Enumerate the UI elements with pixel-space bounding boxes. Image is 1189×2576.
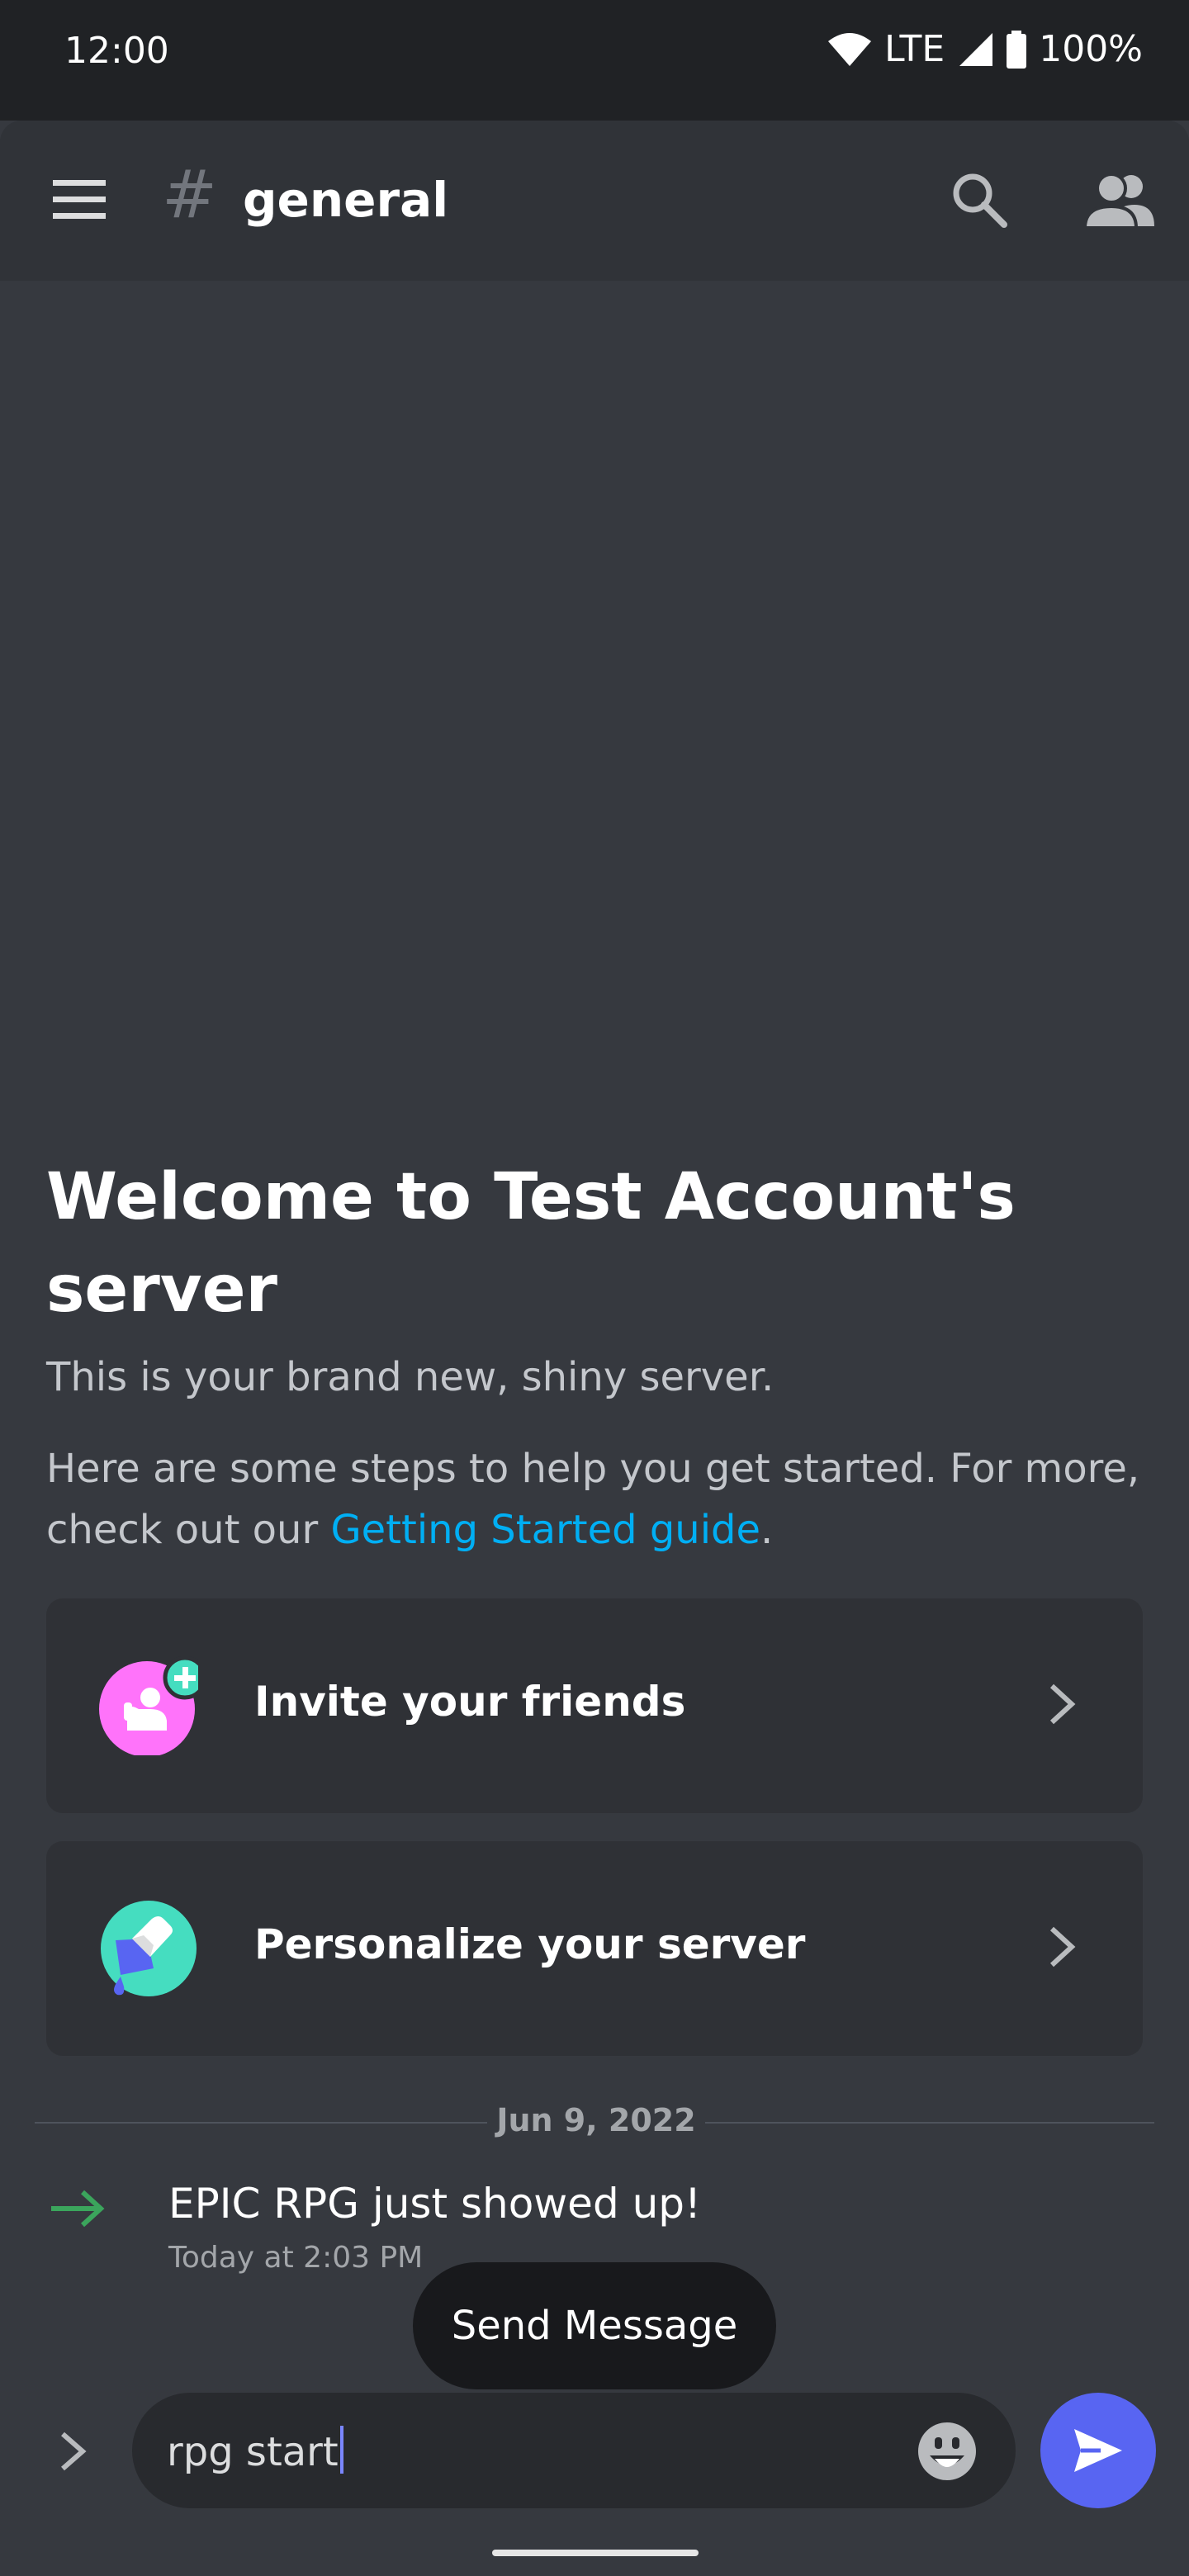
search-icon[interactable]	[948, 168, 1011, 231]
chevron-right-icon	[1049, 1926, 1076, 1968]
send-message-tooltip: Send Message	[413, 2262, 776, 2389]
send-icon	[1074, 2429, 1122, 2472]
channel-hash-icon: #	[162, 156, 218, 233]
battery-label: 100%	[1039, 28, 1143, 70]
divider-line	[705, 2122, 1154, 2124]
personalize-server-label: Personalize your server	[254, 1920, 806, 1968]
steps-end: .	[760, 1507, 774, 1553]
tooltip-text: Send Message	[451, 2303, 738, 2349]
getting-started-link[interactable]: Getting Started guide	[330, 1507, 760, 1553]
join-arrow-icon	[51, 2190, 105, 2228]
personalize-server-card[interactable]: Personalize your server	[46, 1841, 1143, 2056]
welcome-title: Welcome to Test Account's server	[46, 1160, 1016, 1327]
hamburger-menu-icon[interactable]	[53, 177, 106, 223]
welcome-steps-text: Here are some steps to help you get star…	[46, 1438, 1144, 1560]
emoji-icon[interactable]	[917, 2421, 978, 2482]
channel-name[interactable]: general	[243, 172, 448, 228]
battery-icon	[1007, 30, 1027, 69]
members-icon[interactable]	[1082, 168, 1156, 231]
paintbrush-icon	[101, 1901, 197, 1996]
welcome-subtitle: This is your brand new, shiny server.	[46, 1354, 775, 1400]
date-divider: Jun 9, 2022	[496, 2102, 696, 2138]
status-indicators: LTE 100%	[827, 28, 1143, 70]
message-input[interactable]: rpg start	[132, 2393, 1016, 2508]
divider-line	[35, 2122, 487, 2124]
message-input-text[interactable]: rpg start	[167, 2426, 343, 2475]
text-caret	[339, 2426, 343, 2474]
status-time: 12:00	[64, 30, 169, 72]
expand-chevron-icon[interactable]	[54, 2429, 92, 2474]
home-indicator[interactable]	[492, 2550, 699, 2556]
chevron-right-icon	[1049, 1683, 1076, 1725]
invite-friends-card[interactable]: Invite your friends	[46, 1598, 1143, 1813]
system-message-timestamp: Today at 2:03 PM	[168, 2241, 424, 2275]
invite-friends-label: Invite your friends	[254, 1678, 686, 1726]
send-button[interactable]	[1040, 2393, 1156, 2508]
invite-friends-icon	[99, 1656, 198, 1755]
wifi-icon	[828, 32, 872, 66]
system-message-text: EPIC RPG just showed up!	[168, 2180, 702, 2228]
signal-icon	[959, 32, 993, 66]
message-input-value: rpg start	[167, 2429, 339, 2475]
network-label: LTE	[884, 28, 945, 70]
